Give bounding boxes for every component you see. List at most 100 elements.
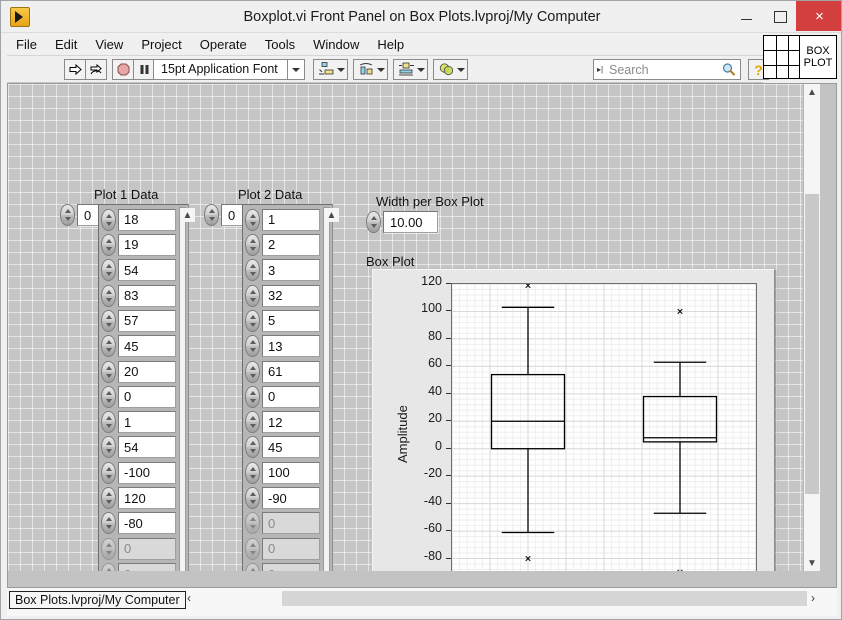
plot2-cell-13[interactable]: 0 bbox=[262, 537, 320, 560]
resize-objects-button[interactable] bbox=[393, 59, 428, 80]
plot2-cell-8[interactable]: 12 bbox=[262, 411, 320, 434]
plot-area[interactable] bbox=[451, 283, 757, 571]
plot1-cell-11[interactable]: 120 bbox=[118, 487, 176, 510]
menu-edit[interactable]: Edit bbox=[46, 35, 86, 54]
plot2-stepper-10[interactable] bbox=[245, 461, 260, 484]
plot2-stepper-6[interactable] bbox=[245, 360, 260, 383]
maximize-button[interactable] bbox=[763, 1, 796, 31]
plot2-cell-0[interactable]: 1 bbox=[262, 208, 320, 231]
plot1-stepper-11[interactable] bbox=[101, 487, 116, 510]
plot2-stepper-3[interactable] bbox=[245, 284, 260, 307]
menu-file[interactable]: File bbox=[7, 35, 46, 54]
plot1-stepper-1[interactable] bbox=[101, 233, 116, 256]
minimize-button[interactable] bbox=[730, 1, 763, 31]
plot2-cell-12[interactable]: 0 bbox=[262, 512, 320, 535]
plot1-cell-4[interactable]: 57 bbox=[118, 309, 176, 332]
plot1-index-stepper[interactable] bbox=[60, 204, 75, 226]
plot1-stepper-4[interactable] bbox=[101, 309, 116, 332]
status-expand-icon[interactable]: › bbox=[811, 591, 815, 605]
panel-horizontal-scrollbar[interactable] bbox=[282, 591, 807, 606]
plot2-cell-5[interactable]: 13 bbox=[262, 335, 320, 358]
plot2-stepper-7[interactable] bbox=[245, 385, 260, 408]
reorder-objects-button[interactable] bbox=[433, 59, 468, 80]
status-collapse-icon[interactable]: ‹ bbox=[187, 591, 191, 605]
plot1-stepper-3[interactable] bbox=[101, 284, 116, 307]
plot1-stepper-6[interactable] bbox=[101, 360, 116, 383]
plot2-stepper-9[interactable] bbox=[245, 436, 260, 459]
plot1-cell-7[interactable]: 0 bbox=[118, 385, 176, 408]
plot2-stepper-13[interactable] bbox=[245, 537, 260, 560]
plot2-array-scrollbar[interactable]: ▲ ▼ bbox=[323, 207, 339, 571]
search-scope-icon[interactable]: ▸| bbox=[594, 65, 606, 74]
plot2-stepper-2[interactable] bbox=[245, 259, 260, 282]
panel-scroll-down-icon[interactable]: ▼ bbox=[804, 555, 820, 571]
width-control[interactable]: 10.00 bbox=[366, 211, 438, 233]
plot1-stepper-14[interactable] bbox=[101, 563, 116, 571]
menu-window[interactable]: Window bbox=[304, 35, 368, 54]
plot1-stepper-2[interactable] bbox=[101, 259, 116, 282]
plot1-cell-10[interactable]: -100 bbox=[118, 461, 176, 484]
plot1-stepper-13[interactable] bbox=[101, 537, 116, 560]
plot1-cell-13[interactable]: 0 bbox=[118, 537, 176, 560]
run-continuously-button[interactable] bbox=[85, 59, 107, 80]
panel-vscroll-thumb[interactable] bbox=[805, 194, 819, 494]
magnifier-icon[interactable] bbox=[716, 62, 740, 77]
plot2-array-control[interactable]: 1 2 3 32 5 13 61 0 12 45 100 -90 0 0 0 0 bbox=[242, 204, 339, 571]
plot2-cell-7[interactable]: 0 bbox=[262, 385, 320, 408]
run-button[interactable] bbox=[64, 59, 86, 80]
plot2-stepper-14[interactable] bbox=[245, 563, 260, 571]
plot2-stepper-8[interactable] bbox=[245, 411, 260, 434]
plot1-cell-12[interactable]: -80 bbox=[118, 512, 176, 535]
plot1-stepper-9[interactable] bbox=[101, 436, 116, 459]
plot1-array-control[interactable]: 18 19 54 83 57 45 20 0 1 54 -100 120 -80… bbox=[98, 204, 195, 571]
width-control-value[interactable]: 10.00 bbox=[383, 211, 438, 233]
menu-view[interactable]: View bbox=[86, 35, 132, 54]
plot2-stepper-4[interactable] bbox=[245, 309, 260, 332]
plot1-cell-0[interactable]: 18 bbox=[118, 208, 176, 231]
width-control-stepper[interactable] bbox=[366, 211, 381, 233]
plot1-cell-1[interactable]: 19 bbox=[118, 233, 176, 256]
search-input[interactable]: ▸| Search bbox=[593, 59, 741, 80]
plot2-cell-1[interactable]: 2 bbox=[262, 233, 320, 256]
box-plot-graph[interactable]: Amplitude 120100806040200-20-40-60-80-10… bbox=[372, 269, 775, 571]
plot2-cell-3[interactable]: 32 bbox=[262, 284, 320, 307]
plot2-stepper-5[interactable] bbox=[245, 335, 260, 358]
abort-execution-button[interactable] bbox=[112, 59, 134, 80]
plot1-cell-9[interactable]: 54 bbox=[118, 436, 176, 459]
plot1-array-scrollbar[interactable]: ▲ ▼ bbox=[179, 207, 195, 571]
plot2-cell-6[interactable]: 61 bbox=[262, 360, 320, 383]
plot1-scroll-up-icon[interactable]: ▲ bbox=[180, 208, 195, 222]
plot2-cell-11[interactable]: -90 bbox=[262, 487, 320, 510]
plot2-cell-14[interactable]: 0 bbox=[262, 563, 320, 571]
plot1-cell-6[interactable]: 20 bbox=[118, 360, 176, 383]
plot1-stepper-10[interactable] bbox=[101, 461, 116, 484]
panel-scroll-up-icon[interactable]: ▲ bbox=[804, 84, 820, 100]
plot1-cell-3[interactable]: 83 bbox=[118, 284, 176, 307]
plot2-stepper-0[interactable] bbox=[245, 208, 260, 231]
plot2-stepper-11[interactable] bbox=[245, 487, 260, 510]
plot1-cell-8[interactable]: 1 bbox=[118, 411, 176, 434]
plot2-cell-2[interactable]: 3 bbox=[262, 259, 320, 282]
plot1-stepper-0[interactable] bbox=[101, 208, 116, 231]
menu-operate[interactable]: Operate bbox=[191, 35, 256, 54]
font-selector-chevron-down-icon[interactable] bbox=[287, 60, 304, 79]
align-objects-button[interactable] bbox=[313, 59, 348, 80]
font-selector[interactable]: 15pt Application Font bbox=[153, 59, 305, 80]
panel-vertical-scrollbar[interactable]: ▲ ▼ bbox=[803, 84, 820, 571]
plot2-cell-4[interactable]: 5 bbox=[262, 309, 320, 332]
plot1-cell-2[interactable]: 54 bbox=[118, 259, 176, 282]
distribute-objects-button[interactable] bbox=[353, 59, 388, 80]
plot1-stepper-7[interactable] bbox=[101, 385, 116, 408]
plot2-scroll-up-icon[interactable]: ▲ bbox=[324, 208, 339, 222]
plot2-cell-9[interactable]: 45 bbox=[262, 436, 320, 459]
plot1-stepper-5[interactable] bbox=[101, 335, 116, 358]
status-target[interactable]: Box Plots.lvproj/My Computer bbox=[9, 591, 186, 609]
plot2-index-stepper[interactable] bbox=[204, 204, 219, 226]
menu-help[interactable]: Help bbox=[368, 35, 413, 54]
plot1-stepper-12[interactable] bbox=[101, 512, 116, 535]
menu-project[interactable]: Project bbox=[132, 35, 190, 54]
plot2-stepper-1[interactable] bbox=[245, 233, 260, 256]
close-button[interactable]: × bbox=[796, 1, 841, 31]
plot2-cell-10[interactable]: 100 bbox=[262, 461, 320, 484]
plot2-stepper-12[interactable] bbox=[245, 512, 260, 535]
